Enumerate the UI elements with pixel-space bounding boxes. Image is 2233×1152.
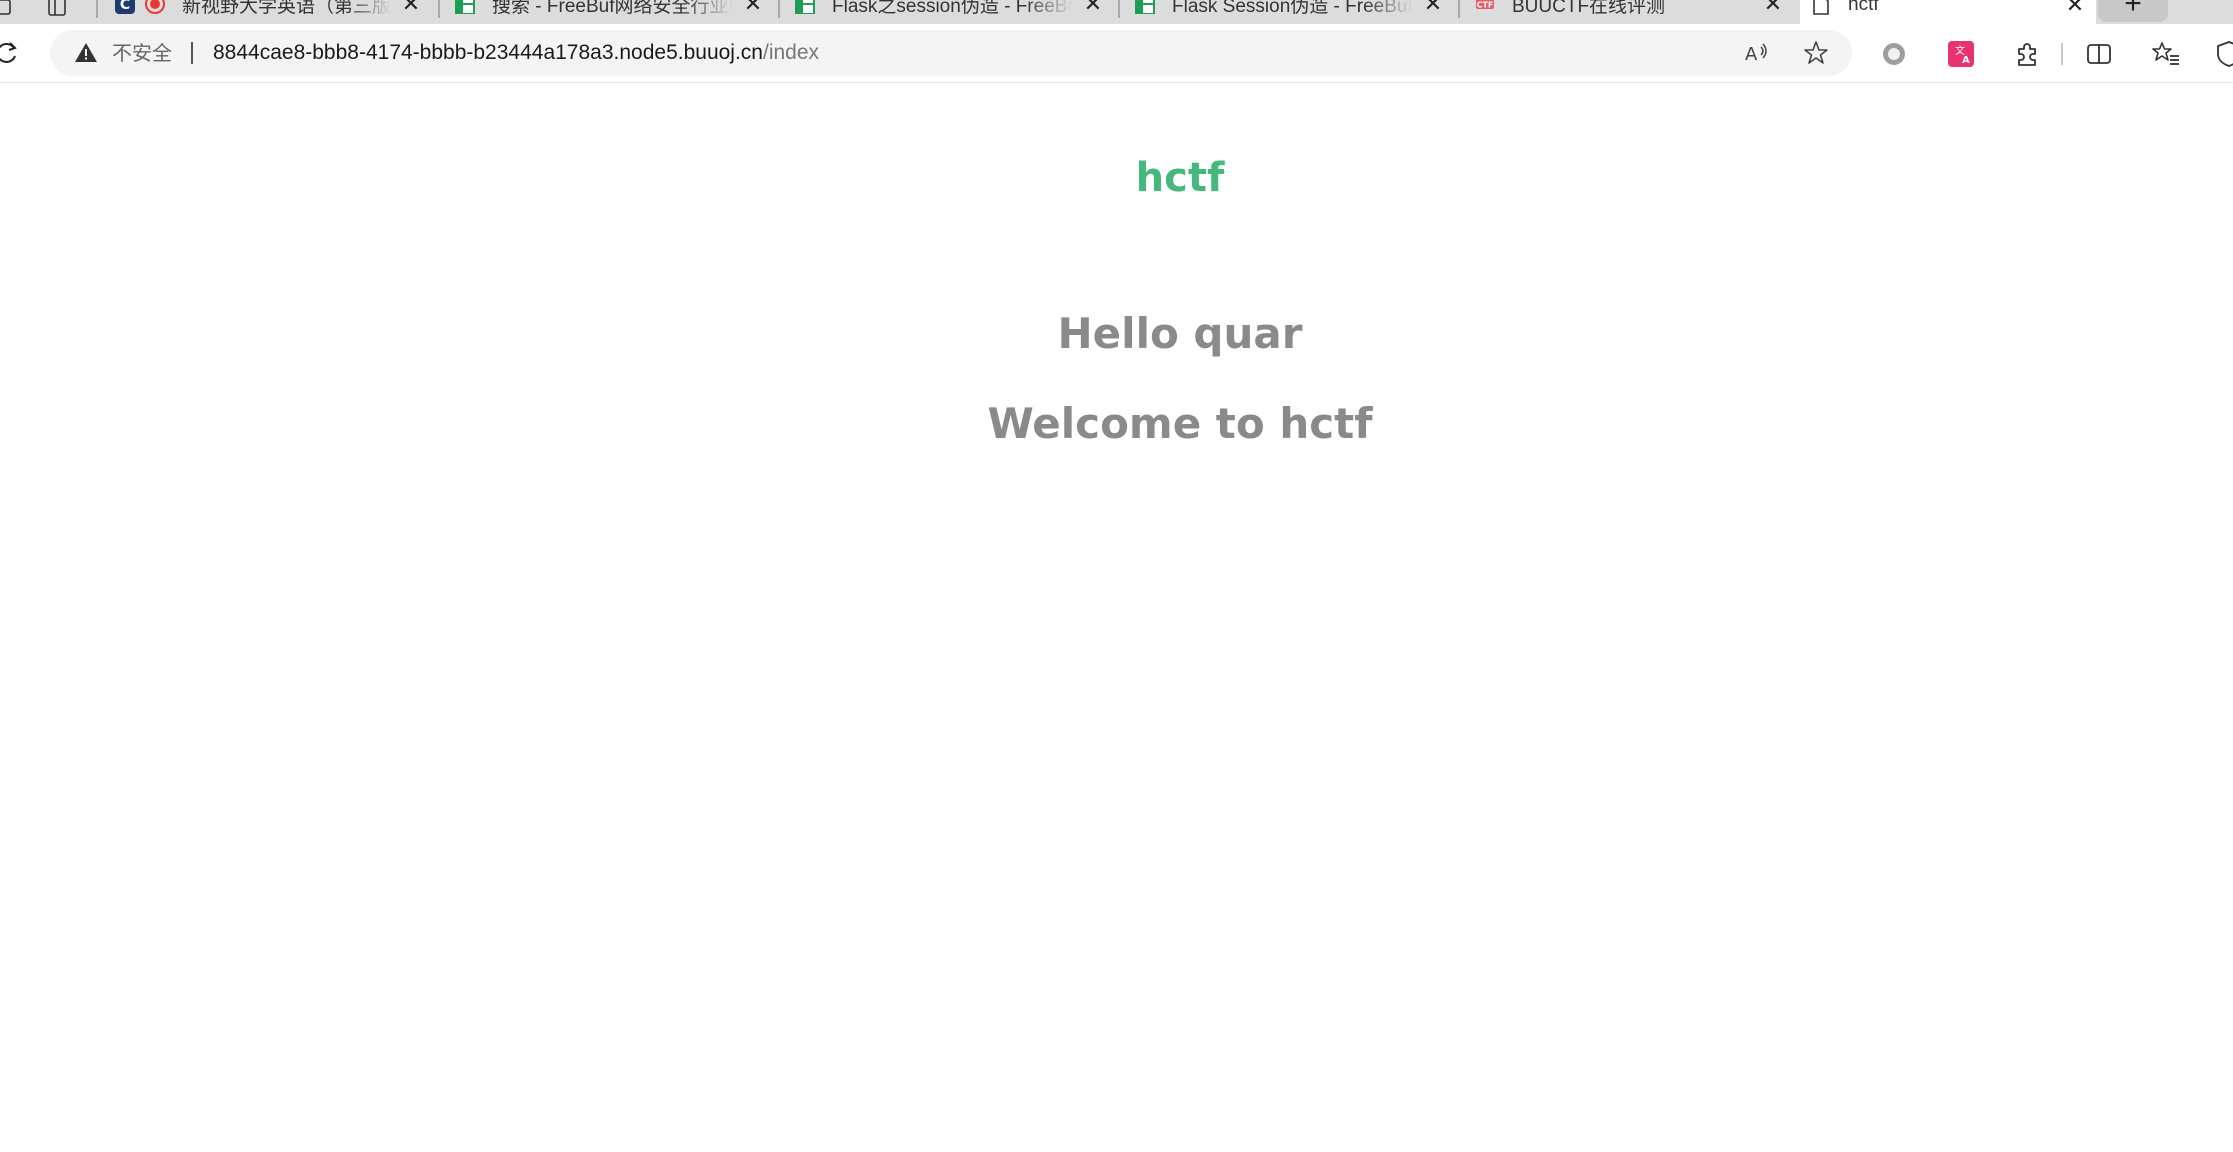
split-screen-icon[interactable]	[2084, 39, 2114, 69]
extensions-puzzle-icon[interactable]	[2012, 39, 2042, 69]
close-icon[interactable]: ✕	[1762, 0, 1784, 15]
page-icon	[1810, 0, 1832, 16]
site-brand[interactable]: hctf	[0, 155, 2233, 201]
tab-freebuf-search[interactable]: 搜索 - FreeBuf网络安全行业门户 ✕	[444, 0, 774, 22]
svg-text:A: A	[1745, 44, 1758, 65]
freebuf-icon	[1134, 0, 1156, 15]
tab-title: hctf	[1848, 0, 1879, 15]
close-icon[interactable]: ✕	[1422, 0, 1444, 15]
freebuf-icon	[454, 0, 476, 15]
url-path: /index	[763, 41, 820, 64]
tab-newhorizon-english[interactable]: C 新视野大学英语（第三版） ✕	[104, 0, 432, 22]
tab-separator	[96, 0, 98, 18]
close-icon[interactable]: ✕	[400, 0, 422, 15]
record-icon: C	[114, 0, 136, 15]
tab-separator	[438, 0, 440, 18]
extension-circle-icon[interactable]	[1879, 39, 1909, 69]
tab-title: Flask Session伪造 - FreeBuf网络安全	[1172, 0, 1412, 17]
tab-separator	[1118, 0, 1120, 18]
browser-essentials-icon[interactable]	[2214, 39, 2233, 69]
page-content: hctf Hello quar Welcome to hctf	[0, 83, 2233, 1152]
welcome-heading: Welcome to hctf	[987, 399, 1373, 448]
address-bar[interactable]: 不安全 8844cae8-bbb8-4174-bbbb-b23444a178a3…	[50, 30, 1852, 76]
close-icon[interactable]: ✕	[742, 0, 764, 15]
tab-title: Flask之session伪造 - FreeBuf网络安全	[832, 0, 1072, 17]
security-status[interactable]: 不安全	[112, 41, 172, 65]
svg-text:A: A	[1962, 55, 1970, 66]
tab-separator	[1458, 0, 1460, 18]
tab-separator	[778, 0, 780, 18]
address-divider	[191, 42, 193, 64]
workspaces-icon[interactable]	[0, 0, 16, 20]
favorites-list-icon[interactable]	[2151, 39, 2181, 69]
browser-toolbar: 不安全 8844cae8-bbb8-4174-bbbb-b23444a178a3…	[0, 24, 2233, 83]
tab-title: BUUCTF在线评测	[1512, 0, 1666, 17]
record-dot-icon	[144, 0, 166, 15]
close-icon[interactable]: ✕	[1082, 0, 1104, 15]
read-aloud-icon[interactable]: A	[1742, 39, 1770, 67]
url-text[interactable]: 8844cae8-bbb8-4174-bbbb-b23444a178a3.nod…	[213, 41, 819, 65]
tab-flask-session-forge-1[interactable]: Flask之session伪造 - FreeBuf网络安全 ✕	[784, 0, 1114, 22]
translate-extension-icon[interactable]: 文A	[1946, 39, 1976, 69]
warning-icon[interactable]	[74, 41, 98, 65]
url-host: 8844cae8-bbb8-4174-bbbb-b23444a178a3.nod…	[213, 41, 763, 64]
tab-hctf[interactable]: hctf ✕	[1800, 0, 2096, 24]
new-tab-button[interactable]: +	[2098, 0, 2168, 22]
tab-buuctf[interactable]: CTF BUUCTF在线评测 ✕	[1464, 0, 1794, 22]
vertical-tabs-icon[interactable]	[44, 0, 70, 20]
svg-text:CTF: CTF	[1477, 1, 1494, 10]
close-icon[interactable]: ✕	[2064, 0, 2086, 16]
tab-title: 新视野大学英语（第三版）	[182, 0, 390, 17]
buuctf-icon: CTF	[1474, 0, 1496, 15]
tab-title: 搜索 - FreeBuf网络安全行业门户	[492, 0, 732, 17]
svg-text:C: C	[120, 0, 130, 13]
favorite-star-icon[interactable]	[1802, 39, 1830, 67]
tab-flask-session-forge-2[interactable]: Flask Session伪造 - FreeBuf网络安全 ✕	[1124, 0, 1454, 22]
greeting-heading: Hello quar	[1057, 309, 1303, 358]
freebuf-icon	[794, 0, 816, 15]
toolbar-separator	[2061, 43, 2063, 65]
tab-strip: C 新视野大学英语（第三版） ✕ 搜索 - FreeBuf网络安全行业门户 ✕ …	[0, 0, 2233, 24]
reload-icon[interactable]	[0, 37, 22, 69]
